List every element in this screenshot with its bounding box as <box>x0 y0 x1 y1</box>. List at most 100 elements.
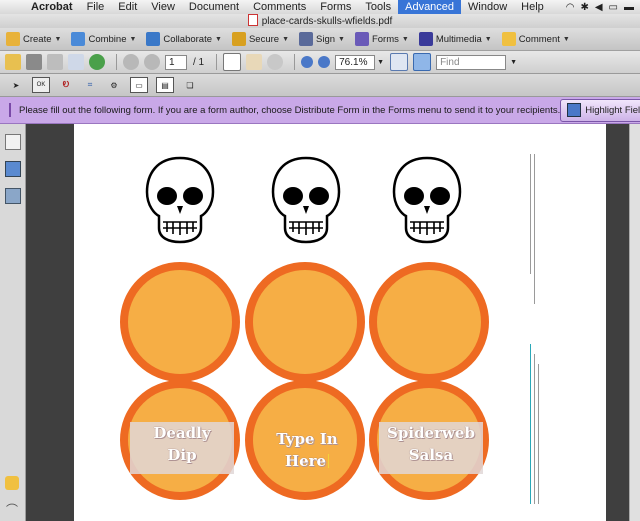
multimedia-icon <box>418 32 433 46</box>
crop-tool-icon[interactable]: ⌗ <box>82 78 98 92</box>
attachments-panel-icon[interactable]: ⌒ <box>5 501 19 517</box>
chevron-down-icon[interactable]: ▼ <box>510 59 517 66</box>
zoom-in-icon[interactable] <box>318 56 331 68</box>
task-toolbar: Create ▼ Combine ▼ Collaborate ▼ Secure ▼ Si… <box>0 28 640 51</box>
next-page-icon[interactable] <box>144 54 160 70</box>
bookmark-tool-icon[interactable]: ❏ <box>182 78 198 92</box>
comment-icon <box>501 32 516 46</box>
email-icon[interactable] <box>68 54 84 70</box>
page-number-input[interactable]: 1 <box>165 54 187 70</box>
forms-icon <box>354 32 369 46</box>
menu-window[interactable]: Window <box>461 0 514 14</box>
skull-illustration-3 <box>392 156 462 244</box>
menu-help[interactable]: Help <box>514 0 551 14</box>
form-field-2-value: Here <box>284 452 327 470</box>
save-icon[interactable] <box>47 54 63 70</box>
menu-acrobat[interactable]: Acrobat <box>24 0 80 14</box>
lock-icon <box>231 32 246 46</box>
fit-page-icon[interactable] <box>390 53 409 71</box>
share-icon[interactable] <box>89 54 105 70</box>
hand-tool-icon[interactable] <box>246 54 263 70</box>
sign-label: Sign <box>316 33 336 45</box>
credit-text-line <box>530 154 531 274</box>
comment-button[interactable]: Comment ▼ <box>501 32 570 46</box>
document-view[interactable]: Deadly Dip Type In Here Spiderweb Salsa <box>26 124 640 521</box>
select-object-icon[interactable]: ➤ <box>8 78 24 92</box>
window-title: place-cards-skulls-wfields.pdf <box>261 16 393 27</box>
zoom-tool-icon[interactable] <box>267 54 284 70</box>
create-label: Create <box>23 33 52 45</box>
select-tool-icon[interactable] <box>223 53 242 71</box>
menu-forms[interactable]: Forms <box>313 0 358 14</box>
form-field-3-line-1: Spiderweb <box>387 424 475 442</box>
form-field-2[interactable]: Type In Here <box>255 428 359 474</box>
toolbar-divider <box>216 54 218 70</box>
open-folder-icon[interactable] <box>5 54 21 70</box>
menu-edit[interactable]: Edit <box>111 0 144 14</box>
menu-view[interactable]: View <box>144 0 182 14</box>
chevron-down-icon: ▼ <box>338 35 345 43</box>
form-tools-toolbar: ➤ OK Ꭷ ⌗ ⚙ ▭ ▤ ❏ <box>0 74 640 97</box>
zoom-level-select[interactable]: 76.1% <box>335 54 376 70</box>
navigation-toolbar: 1 / 1 76.1% ▼ Find ▼ <box>0 51 640 74</box>
secure-button[interactable]: Secure ▼ <box>231 32 289 46</box>
find-input[interactable]: Find <box>436 54 507 70</box>
print-icon[interactable] <box>26 54 42 70</box>
menu-file[interactable]: File <box>80 0 112 14</box>
chevron-down-icon: ▼ <box>562 35 570 43</box>
collaborate-button[interactable]: Collaborate ▼ <box>146 32 222 46</box>
form-field-3[interactable]: Spiderweb Salsa <box>379 422 483 474</box>
form-field-1[interactable]: Deadly Dip <box>130 422 234 474</box>
menu-extras: ◠ ✱ ◀ ▭ ▬ <box>566 2 640 13</box>
bookmarks-panel-icon[interactable] <box>5 161 21 177</box>
fit-width-icon[interactable] <box>413 53 432 71</box>
text-cursor <box>328 454 330 468</box>
previous-page-icon[interactable] <box>123 54 139 70</box>
place-card-circle-top-3 <box>369 262 489 382</box>
menu-bar: Acrobat File Edit View Document Comments… <box>0 0 640 14</box>
pages-panel-icon[interactable] <box>5 134 21 150</box>
navigation-pane: ⌒ <box>0 124 26 521</box>
zoom-out-icon[interactable] <box>301 56 314 68</box>
signature-tool-icon[interactable]: Ꭷ <box>58 78 74 92</box>
battery-icon[interactable]: ▬ <box>624 2 634 13</box>
collaborate-icon <box>146 32 161 46</box>
vertical-scrollbar[interactable] <box>629 124 640 521</box>
credit-text-line <box>538 364 539 504</box>
volume-icon[interactable]: ◀ <box>595 2 603 13</box>
signatures-panel-icon[interactable] <box>5 188 21 204</box>
window-title-bar: place-cards-skulls-wfields.pdf <box>0 14 640 28</box>
menu-document[interactable]: Document <box>182 0 246 14</box>
place-card-circle-top-1 <box>120 262 240 382</box>
menu-tools[interactable]: Tools <box>358 0 398 14</box>
highlight-fields-button[interactable]: Highlight Fields <box>560 98 640 122</box>
form-document-icon <box>9 103 11 117</box>
form-field-1-line-2: Dip <box>167 446 197 464</box>
list-box-tool-icon[interactable]: ▤ <box>156 77 174 93</box>
form-field-1-line-1: Deadly <box>153 424 211 442</box>
chevron-down-icon: ▼ <box>401 35 409 43</box>
menu-advanced[interactable]: Advanced <box>398 0 462 14</box>
credit-text-line <box>530 344 531 504</box>
wifi-icon[interactable]: ◠ <box>566 2 575 13</box>
button-tool-icon[interactable]: OK <box>32 77 50 93</box>
text-field-tool-icon[interactable]: ▭ <box>130 77 148 93</box>
sign-button[interactable]: Sign ▼ <box>299 32 345 46</box>
combine-button[interactable]: Combine ▼ <box>71 32 136 46</box>
forms-button[interactable]: Forms ▼ <box>354 32 409 46</box>
toolbar-divider <box>294 54 296 70</box>
skull-illustration-1 <box>145 156 215 244</box>
display-icon[interactable]: ▭ <box>609 2 618 13</box>
place-card-circle-top-2 <box>245 262 365 382</box>
credit-text-line <box>534 354 535 504</box>
attach-tool-icon[interactable]: ⚙ <box>106 78 122 92</box>
skull-illustration-2 <box>271 156 341 244</box>
bluetooth-icon[interactable]: ✱ <box>580 2 588 13</box>
comments-panel-icon[interactable] <box>5 476 19 490</box>
chevron-down-icon[interactable]: ▼ <box>377 59 384 66</box>
menu-comments[interactable]: Comments <box>246 0 313 14</box>
highlight-fields-label: Highlight Fields <box>585 104 640 116</box>
form-message-bar: Please fill out the following form. If y… <box>0 97 640 124</box>
multimedia-button[interactable]: Multimedia ▼ <box>418 32 492 46</box>
create-button[interactable]: Create ▼ <box>6 32 61 46</box>
